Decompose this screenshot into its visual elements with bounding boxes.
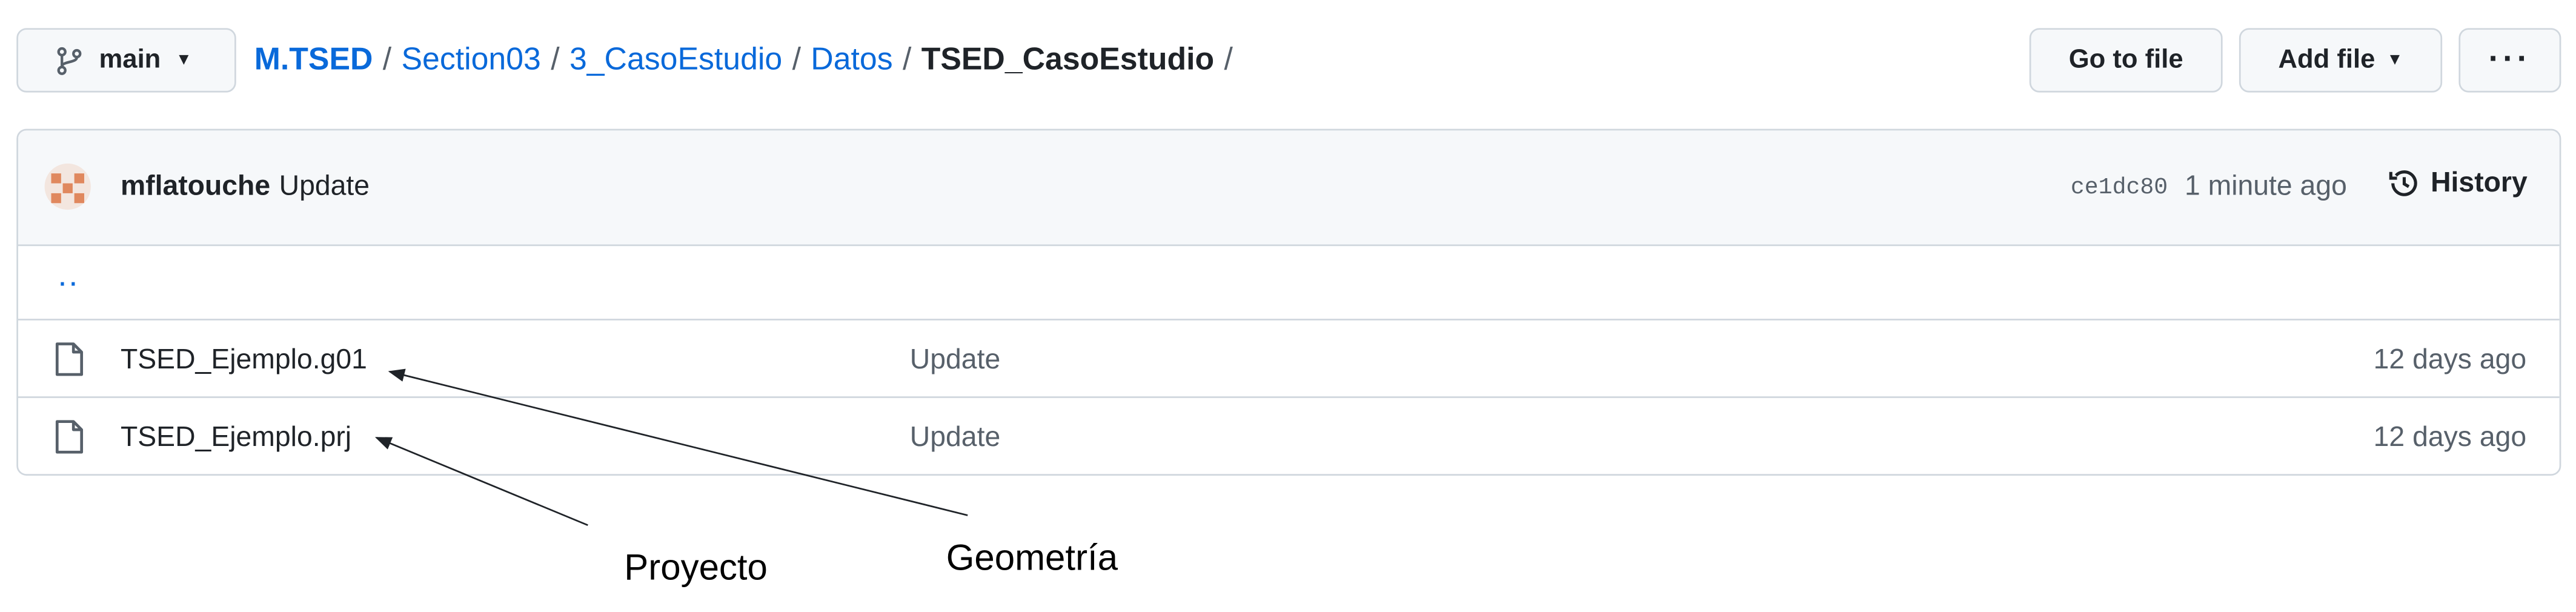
more-options-button[interactable]: ···	[2458, 28, 2561, 93]
breadcrumb-separator: /	[792, 42, 801, 78]
breadcrumb-current: TSED_CasoEstudio	[921, 42, 1215, 78]
commit-author-link[interactable]: mflatouche	[121, 170, 270, 204]
breadcrumb: M.TSED / Section03 / 3_CasoEstudio / Dat…	[254, 38, 1243, 84]
commit-message-link[interactable]: Update	[279, 170, 370, 204]
go-to-file-label: Go to file	[2068, 45, 2183, 74]
breadcrumb-separator: /	[1224, 42, 1233, 78]
parent-directory-link[interactable]: ..	[58, 258, 79, 296]
commit-sha-link[interactable]: ce1dc80	[2071, 175, 2168, 202]
annotation-geometria: Geometría	[946, 536, 1118, 578]
avatar[interactable]	[44, 163, 91, 210]
file-commit-message-link[interactable]: Update	[910, 421, 1000, 454]
breadcrumb-repo-link[interactable]: M.TSED	[254, 43, 373, 79]
file-icon	[55, 420, 84, 454]
history-label: History	[2431, 167, 2528, 199]
branch-name: main	[99, 45, 161, 74]
breadcrumb-link-section03[interactable]: Section03	[401, 43, 540, 79]
add-file-label: Add file	[2278, 45, 2375, 74]
chevron-down-icon: ▼	[2386, 51, 2403, 70]
kebab-menu-icon: ···	[2488, 41, 2532, 78]
breadcrumb-separator: /	[382, 42, 392, 78]
file-icon	[55, 342, 84, 376]
table-row[interactable]: TSED_Ejemplo.prj Update 12 days ago	[18, 398, 2560, 474]
history-icon	[2389, 170, 2417, 196]
file-name-link[interactable]: TSED_Ejemplo.prj	[121, 421, 351, 454]
file-age: 12 days ago	[2373, 343, 2527, 375]
table-row[interactable]: TSED_Ejemplo.g01 Update 12 days ago	[18, 321, 2560, 398]
chevron-down-icon: ▼	[175, 51, 192, 70]
commit-time: 1 minute ago	[2184, 170, 2347, 202]
annotation-proyecto: Proyecto	[624, 547, 768, 588]
breadcrumb-separator: /	[551, 42, 560, 78]
file-browser: mflatouche Update ce1dc80 1 minute ago H…	[16, 128, 2561, 476]
breadcrumb-link-datos[interactable]: Datos	[811, 43, 892, 79]
git-branch-icon	[57, 46, 82, 75]
add-file-button[interactable]: Add file ▼	[2239, 28, 2443, 93]
file-commit-message-link[interactable]: Update	[910, 344, 1000, 377]
breadcrumb-separator: /	[902, 42, 912, 78]
branch-selector-button[interactable]: main ▼	[16, 28, 236, 93]
breadcrumb-link-casoestudio[interactable]: 3_CasoEstudio	[569, 43, 782, 79]
parent-directory-row[interactable]: ..	[18, 244, 2560, 321]
latest-commit-bar: mflatouche Update ce1dc80 1 minute ago H…	[18, 130, 2560, 247]
history-link[interactable]: History	[2388, 167, 2528, 200]
file-age: 12 days ago	[2373, 421, 2527, 453]
file-name-link[interactable]: TSED_Ejemplo.g01	[121, 344, 367, 377]
go-to-file-button[interactable]: Go to file	[2029, 28, 2223, 93]
